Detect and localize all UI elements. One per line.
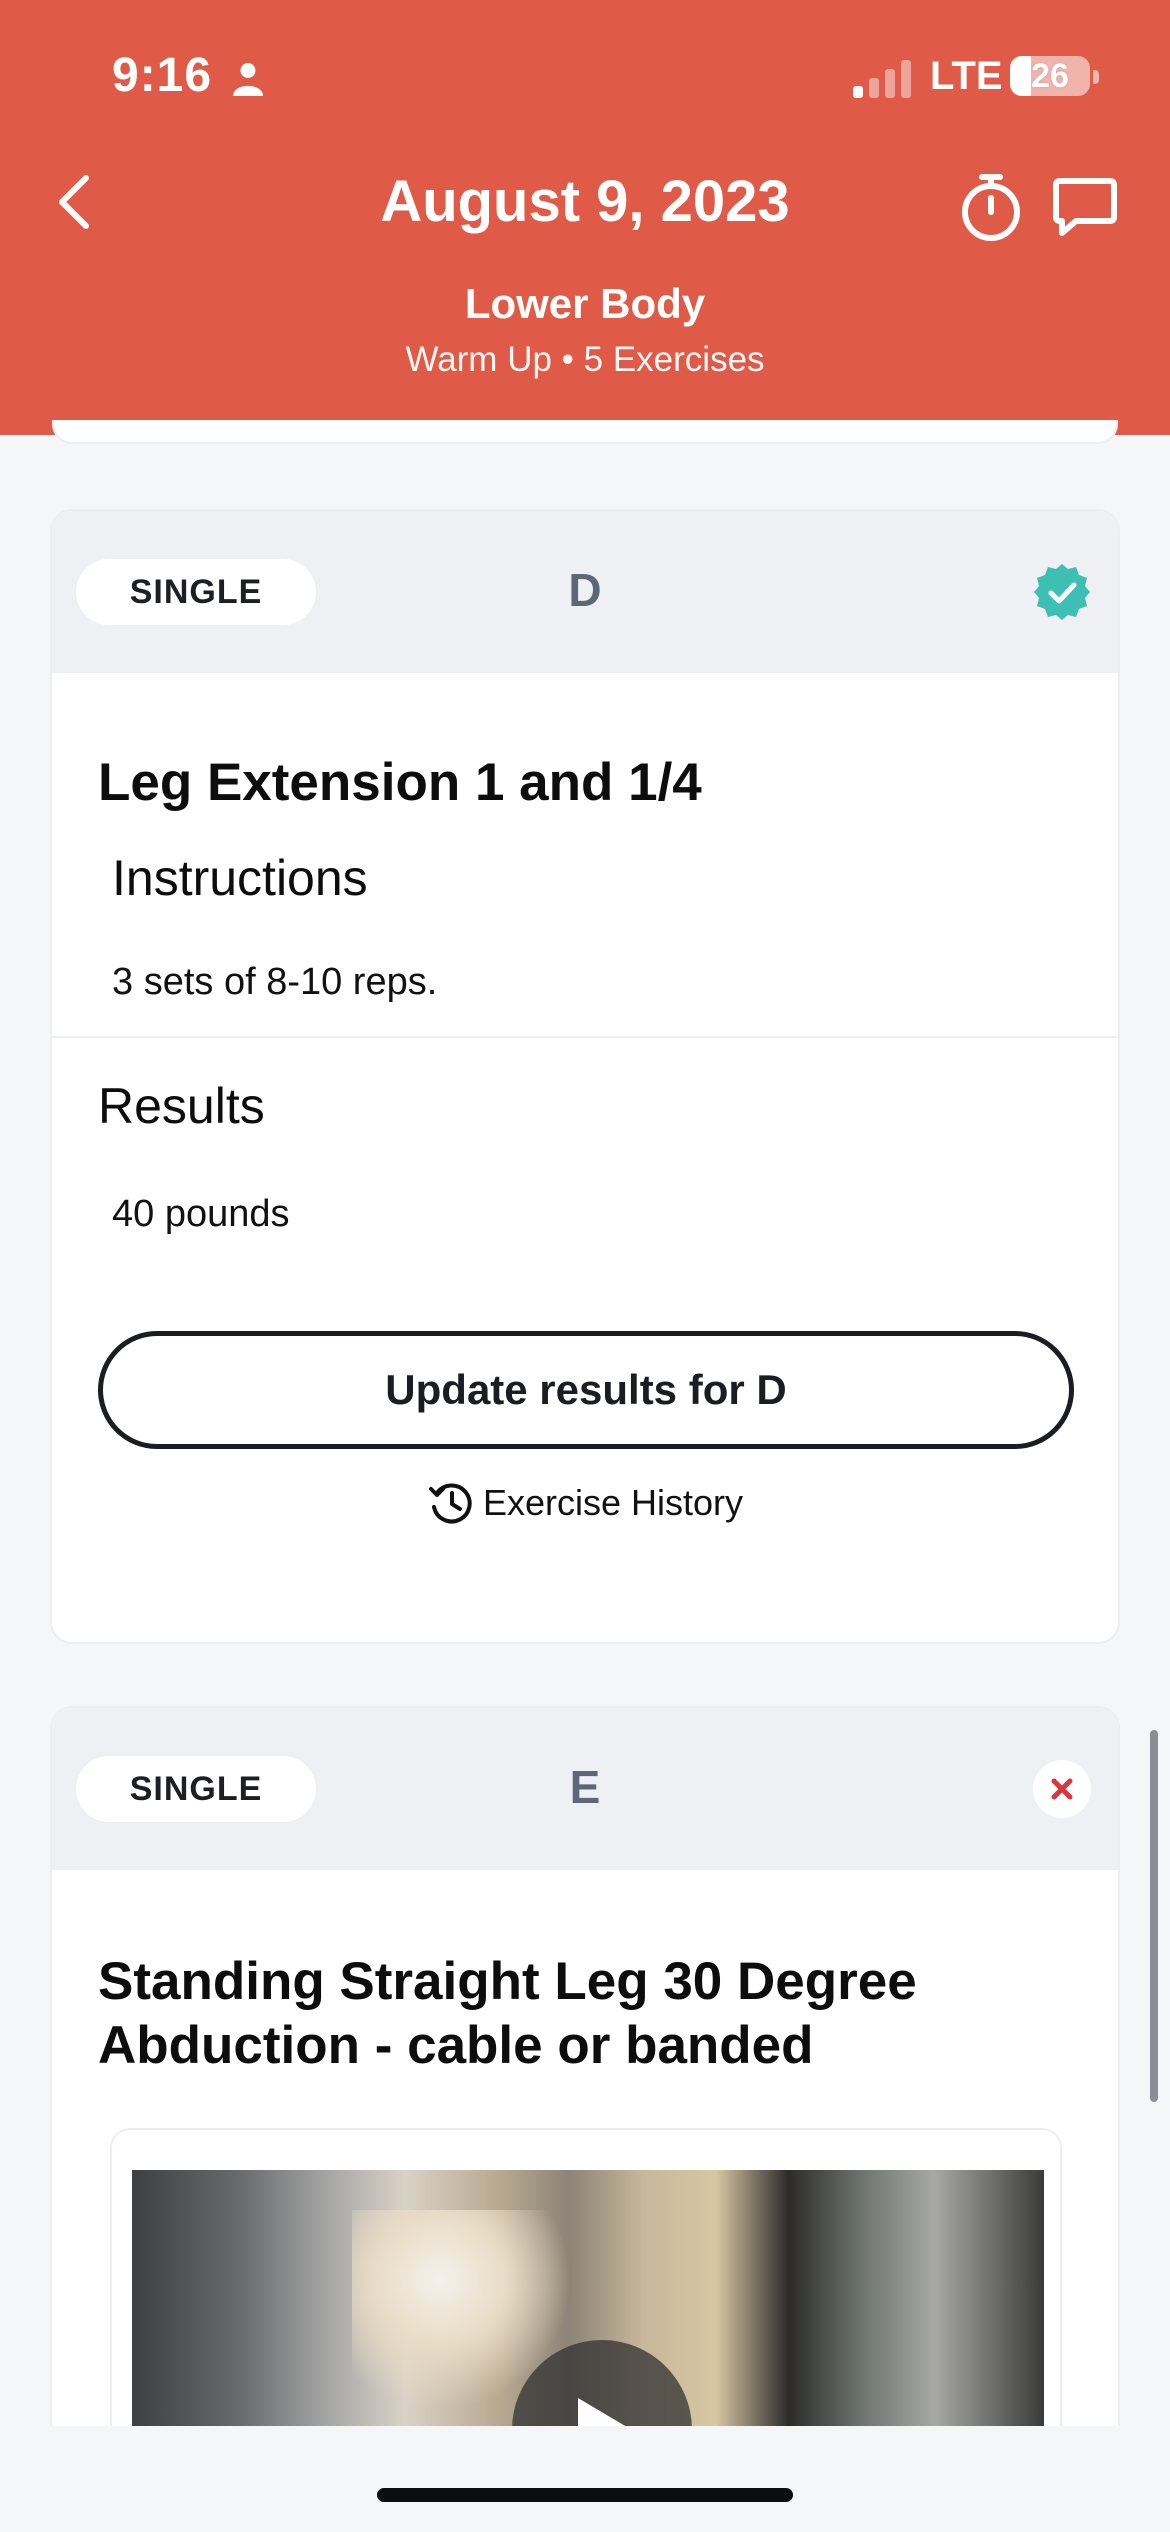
result-value: 40 pounds — [112, 1193, 290, 1235]
previous-card-edge — [52, 420, 1118, 444]
cellular-signal-icon — [853, 60, 911, 98]
network-type: LTE — [930, 54, 1003, 98]
exercise-history-link[interactable]: Exercise History — [52, 1479, 1118, 1527]
instructions-heading: Instructions — [112, 850, 368, 906]
completed-check-icon[interactable] — [1032, 562, 1092, 622]
status-time: 9:16 — [112, 49, 213, 102]
exercise-card-header: SINGLE D — [52, 511, 1118, 673]
app-header: 9:16 LTE 26 August 9, 2023 Lower Body Wa… — [0, 0, 1170, 435]
history-icon — [428, 1483, 472, 1524]
battery-level: 26 — [1031, 56, 1069, 95]
home-indicator[interactable] — [377, 2488, 793, 2502]
video-thumbnail — [132, 2170, 1044, 2464]
battery-indicator: 26 — [1010, 56, 1090, 96]
exercise-name: Standing Straight Leg 30 Degree Abductio… — [98, 1952, 917, 2075]
exercise-history-label: Exercise History — [482, 1482, 744, 1523]
workout-meta: Warm Up • 5 Exercises — [405, 340, 765, 379]
exercise-letter: D — [568, 564, 602, 616]
instructions-text: 3 sets of 8-10 reps. — [112, 961, 438, 1003]
exercise-name: Leg Extension 1 and 1/4 — [98, 753, 702, 812]
chat-icon[interactable] — [1052, 175, 1118, 239]
update-results-button[interactable]: Update results for D — [98, 1331, 1074, 1449]
exercise-card-header: SINGLE E — [52, 1708, 1118, 1870]
scrollbar[interactable] — [1150, 1730, 1158, 2102]
not-completed-x-icon[interactable] — [1032, 1759, 1092, 1819]
person-icon — [233, 63, 263, 96]
results-heading: Results — [98, 1078, 265, 1134]
bottom-safe-area — [0, 2426, 1170, 2532]
exercise-letter: E — [569, 1761, 601, 1813]
section-divider — [52, 1036, 1118, 1038]
exercise-card-d: SINGLE D Leg Extension 1 and 1/4 Instruc… — [50, 509, 1120, 1644]
workout-name: Lower Body — [464, 280, 706, 327]
battery-tip — [1093, 70, 1099, 84]
exercise-video[interactable] — [110, 2128, 1062, 2464]
exercise-card-e: SINGLE E Standing Straight Leg 30 Degree… — [50, 1706, 1120, 2466]
timer-icon[interactable] — [958, 172, 1024, 242]
